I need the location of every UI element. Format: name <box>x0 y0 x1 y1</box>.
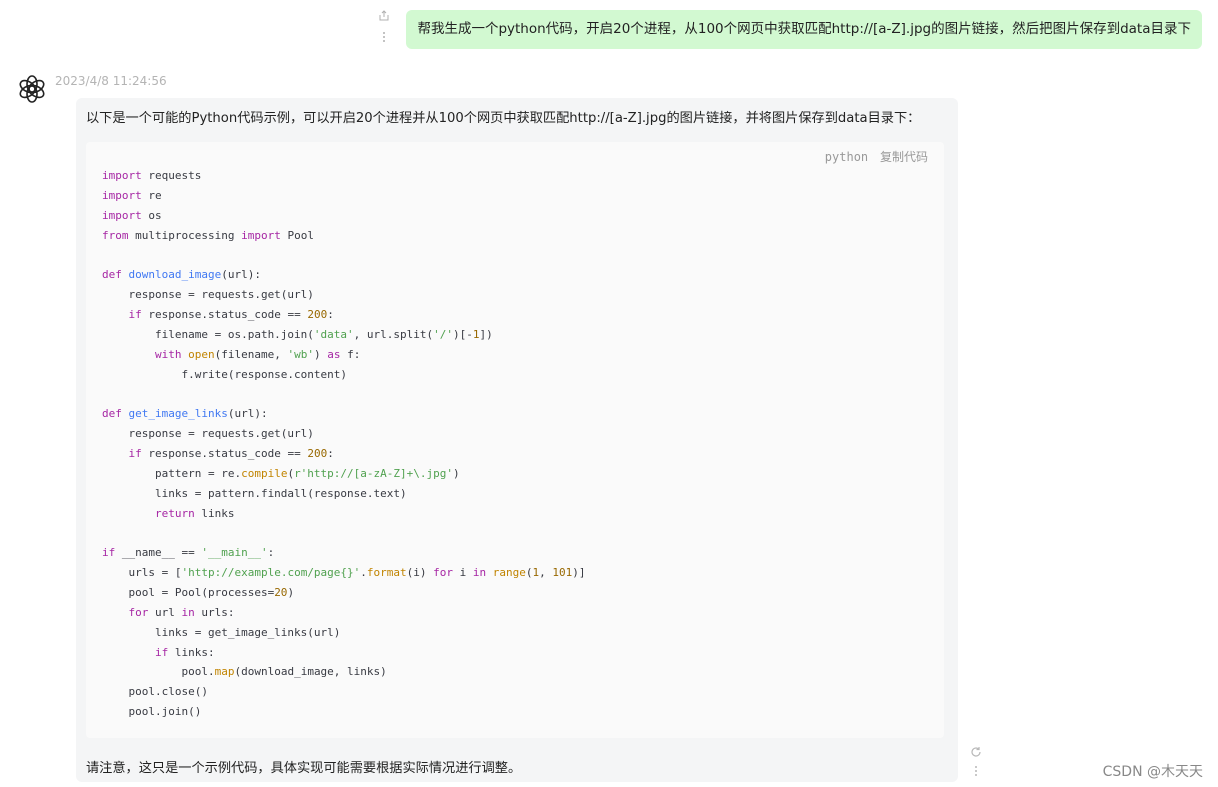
code-block: python 复制代码 import requests import re impo… <box>86 142 944 738</box>
more-vertical-icon[interactable] <box>974 765 978 780</box>
code-line: return links <box>154 506 235 520</box>
assistant-message-card: 以下是一个可能的Python代码示例，可以开启20个进程并从100个网页中获取匹… <box>76 98 958 782</box>
code-line: pool.close() <box>102 685 208 699</box>
code-line: if links: <box>154 645 215 659</box>
code-line: pattern = re.compile(r'http://[a-zA-Z]+\… <box>102 466 460 480</box>
code-line: import requests <box>102 169 202 182</box>
code-line: filename = os.path.join('data', url.spli… <box>102 327 493 341</box>
code-line: for url in urls: <box>128 605 235 619</box>
assistant-message-actions <box>968 746 984 780</box>
code-content: import requests import re import os from mu… <box>102 166 586 722</box>
code-language-label: python <box>824 150 869 164</box>
copy-code-button[interactable]: 复制代码 <box>880 150 928 164</box>
reload-icon[interactable] <box>970 746 982 761</box>
code-line: import re <box>102 188 162 202</box>
code-line: urls = ['http://example.com/page{}'.form… <box>102 566 586 580</box>
code-line: def get_image_links(url): <box>102 407 268 421</box>
code-line: pool.join() <box>102 705 202 719</box>
code-line: if response.status_code == 200: <box>128 447 334 461</box>
code-line: response = requests.get(url) <box>102 288 314 302</box>
user-message-row: 帮我生成一个python代码，开启20个进程，从100个网页中获取匹配http:… <box>374 10 1202 49</box>
code-line: f.write(response.content) <box>102 367 348 381</box>
share-icon[interactable] <box>378 10 390 25</box>
code-line: import os <box>102 208 162 222</box>
assistant-intro-text: 以下是一个可能的Python代码示例，可以开启20个进程并从100个网页中获取匹… <box>86 111 921 126</box>
code-line: response = requests.get(url) <box>102 427 314 441</box>
code-line: links = get_image_links(url) <box>102 625 341 639</box>
code-line: pool = Pool(processes=20) <box>102 586 295 600</box>
code-line: with open(filename, 'wb') as f: <box>154 347 361 361</box>
code-line: links = pattern.findall(response.text) <box>102 486 407 500</box>
code-line: def download_image(url): <box>102 268 261 282</box>
openai-logo-icon <box>17 74 47 104</box>
code-block-header: python 复制代码 <box>825 148 928 165</box>
more-vertical-icon[interactable] <box>382 31 386 46</box>
user-message-actions <box>374 10 394 46</box>
code-line: if response.status_code == 200: <box>128 308 334 322</box>
code-line: pool.map(download_image, links) <box>102 665 387 679</box>
code-line: from multiprocessing import Pool <box>102 228 314 242</box>
user-message-bubble: 帮我生成一个python代码，开启20个进程，从100个网页中获取匹配http:… <box>406 10 1202 49</box>
code-line: if __name__ == '__main__': <box>102 546 275 560</box>
csdn-credit: CSDN @木天天 <box>1102 764 1203 780</box>
message-timestamp: 2023/4/8 11:24:56 <box>55 74 167 88</box>
assistant-outro-text: 请注意，这只是一个示例代码，具体实现可能需要根据实际情况进行调整。 <box>86 761 522 776</box>
